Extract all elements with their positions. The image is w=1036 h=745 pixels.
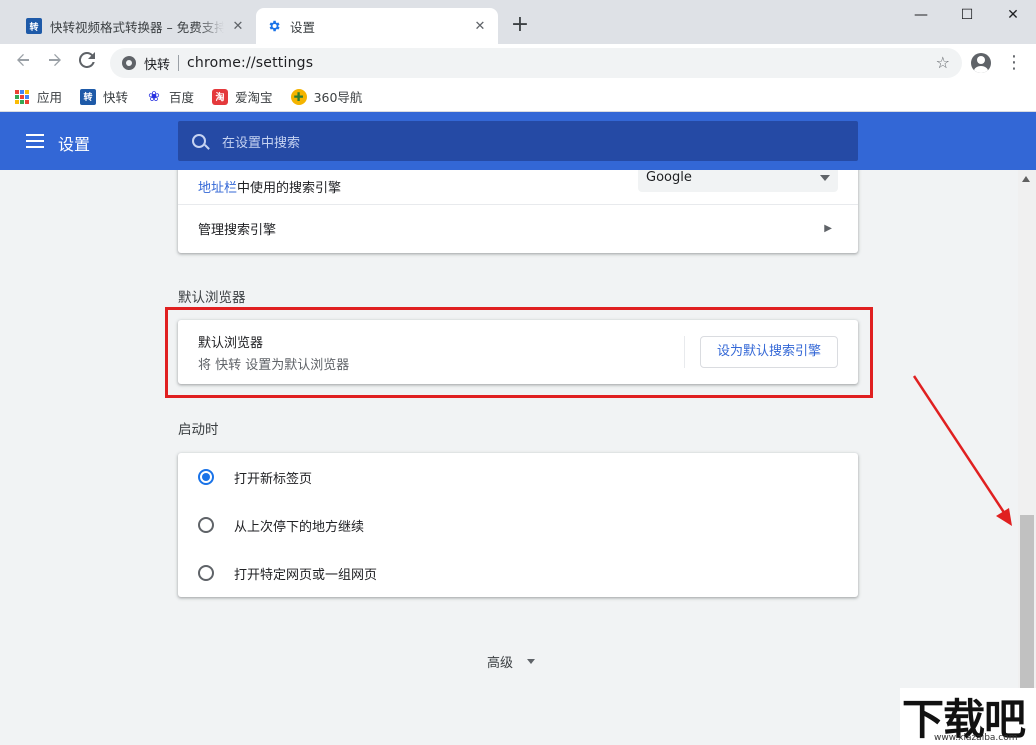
- minimize-icon[interactable]: —: [898, 0, 944, 30]
- chrome-logo-icon: [122, 56, 136, 70]
- startup-option[interactable]: 打开新标签页: [178, 453, 858, 501]
- bookmark-label: 爱淘宝: [235, 90, 273, 105]
- apps-grid-icon: [14, 89, 30, 105]
- chevron-right-icon: ▶: [824, 223, 832, 234]
- tab-settings[interactable]: 设置 ✕: [256, 8, 498, 44]
- watermark-url: www.xiazaiba.com: [934, 733, 1018, 743]
- startup-option-label: 打开特定网页或一组网页: [234, 567, 378, 583]
- bookmark-taobao[interactable]: 淘 爱淘宝: [212, 87, 273, 106]
- manage-search-engines-label: 管理搜索引擎: [198, 223, 277, 238]
- startup-option[interactable]: 从上次停下的地方继续: [178, 501, 858, 549]
- bookmark-baidu[interactable]: ❀ 百度: [146, 87, 194, 106]
- browser-toolbar: 快转 chrome://settings ☆ ⋮: [0, 44, 1036, 82]
- bookmark-360[interactable]: ✚ 360导航: [290, 87, 363, 106]
- more-menu-icon[interactable]: ⋮: [1005, 52, 1023, 74]
- site-label: 快转: [144, 57, 171, 73]
- zhuan-icon: 转: [80, 88, 97, 105]
- zhuan-favicon-icon: 转: [26, 18, 42, 34]
- page-title: 设置: [58, 135, 91, 154]
- tab-title: 设置: [290, 19, 316, 35]
- watermark-logo: 下载吧 www.xiazaiba.com: [900, 688, 1036, 745]
- omnibox-separator: [178, 55, 180, 71]
- address-bar[interactable]: 快转 chrome://settings ☆: [110, 48, 962, 78]
- chevron-down-icon: [820, 175, 830, 181]
- gear-icon: [266, 18, 282, 34]
- settings-content: 地址栏中使用的搜索引擎 Google 管理搜索引擎 ▶ 默认浏览器 默认浏览器 …: [0, 170, 1018, 745]
- bookmarks-bar: 应用 转 快转 ❀ 百度 淘 爱淘宝 ✚ 360导航: [0, 82, 1036, 112]
- radio-unchecked[interactable]: [198, 565, 214, 581]
- search-icon: [192, 134, 206, 148]
- search-engine-label-text: 中使用的搜索引擎: [237, 180, 342, 196]
- settings-header: 设置 在设置中搜索: [0, 112, 1036, 170]
- tab-converter[interactable]: 转 快转视频格式转换器 – 免费支持高 ✕: [16, 8, 256, 44]
- advanced-label: 高级: [487, 656, 514, 671]
- address-bar-link[interactable]: 地址栏: [198, 181, 237, 196]
- default-browser-section-title: 默认浏览器: [178, 290, 246, 306]
- star-icon[interactable]: ☆: [936, 53, 950, 72]
- hamburger-menu-icon[interactable]: [26, 134, 44, 148]
- bookmark-label: 快转: [103, 90, 129, 105]
- bookmark-kuaizhuan[interactable]: 转 快转: [80, 87, 128, 106]
- plus-icon[interactable]: +: [508, 14, 532, 38]
- search-engine-label: 地址栏中使用的搜索引擎: [198, 177, 341, 196]
- bookmark-apps[interactable]: 应用: [14, 87, 62, 106]
- back-arrow-icon[interactable]: [11, 51, 35, 75]
- radio-checked[interactable]: [198, 469, 214, 485]
- startup-option-label: 从上次停下的地方继续: [234, 519, 365, 535]
- reload-icon[interactable]: [75, 51, 99, 75]
- scroll-up-arrow-icon[interactable]: [1022, 176, 1030, 182]
- taobao-icon: 淘: [212, 88, 229, 105]
- advanced-toggle[interactable]: 高级: [487, 652, 536, 671]
- close-tab-icon[interactable]: ✕: [472, 19, 488, 34]
- search-engine-card: 地址栏中使用的搜索引擎 Google 管理搜索引擎 ▶: [178, 170, 858, 253]
- bookmark-label: 360导航: [313, 90, 363, 105]
- chevron-down-icon: [527, 659, 536, 664]
- settings-search-input[interactable]: 在设置中搜索: [178, 121, 858, 161]
- search-engine-select[interactable]: Google: [638, 170, 838, 192]
- search-placeholder: 在设置中搜索: [222, 135, 301, 151]
- select-value: Google: [646, 170, 692, 185]
- tab-strip: 转 快转视频格式转换器 – 免费支持高 ✕ 设置 ✕ + — ☐ ✕: [0, 0, 1036, 44]
- startup-option[interactable]: 打开特定网页或一组网页: [178, 549, 858, 597]
- manage-search-engines-row[interactable]: 管理搜索引擎 ▶: [178, 204, 858, 252]
- startup-section-title: 启动时: [178, 422, 219, 438]
- baidu-paw-icon: ❀: [148, 88, 160, 105]
- bookmark-label: 百度: [169, 90, 195, 105]
- annotation-highlight-box: [165, 307, 873, 398]
- close-tab-icon[interactable]: ✕: [230, 19, 246, 34]
- url-text[interactable]: chrome://settings: [187, 55, 313, 71]
- bookmark-label: 应用: [37, 90, 63, 105]
- profile-avatar-icon[interactable]: [971, 53, 991, 73]
- radio-unchecked[interactable]: [198, 517, 214, 533]
- startup-option-label: 打开新标签页: [234, 471, 313, 487]
- maximize-icon[interactable]: ☐: [944, 0, 990, 30]
- 360-icon: ✚: [290, 88, 307, 105]
- startup-card: 打开新标签页 从上次停下的地方继续 打开特定网页或一组网页: [178, 453, 858, 597]
- vertical-scrollbar[interactable]: [1018, 170, 1036, 745]
- search-engine-row: 地址栏中使用的搜索引擎 Google: [178, 170, 858, 204]
- tab-title: 快转视频格式转换器 – 免费支持高: [50, 19, 224, 35]
- close-window-icon[interactable]: ✕: [990, 0, 1036, 30]
- forward-arrow-icon[interactable]: [43, 51, 67, 75]
